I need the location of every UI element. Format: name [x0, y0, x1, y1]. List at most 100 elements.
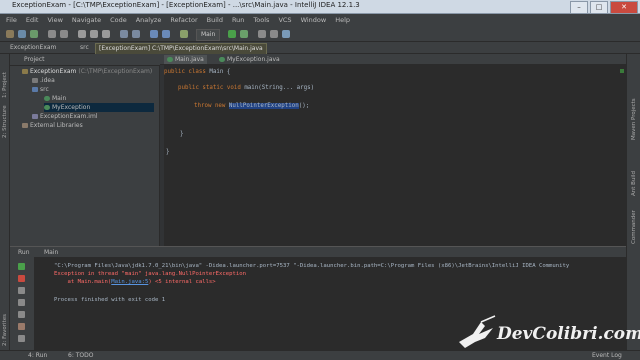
- maximize-button[interactable]: □: [590, 1, 608, 14]
- menu-analyze[interactable]: Analyze: [136, 16, 162, 24]
- menu-refactor[interactable]: Refactor: [170, 16, 197, 24]
- help-icon[interactable]: [282, 30, 290, 38]
- watermark: DevColibri.com: [455, 312, 640, 352]
- tab-label: Main.java: [175, 56, 204, 63]
- menu-navigate[interactable]: Navigate: [72, 16, 101, 24]
- project-tool-tab[interactable]: 1: Project: [2, 72, 8, 98]
- console-stack-line: at Main.main(Main.java:5) <5 internal ca…: [54, 279, 216, 285]
- console-exit-line: Process finished with exit code 1: [54, 297, 166, 303]
- code-line-3: throw new NullPointerException();: [194, 103, 309, 109]
- window-title: ExceptionExam - [C:\TMP\ExceptionExam] -…: [12, 1, 360, 9]
- tree-item-iml[interactable]: ExceptionExam.iml: [32, 112, 97, 121]
- sync-icon[interactable]: [30, 30, 38, 38]
- scroll-icon[interactable]: [18, 299, 25, 306]
- tab-label: MyException.java: [227, 56, 280, 63]
- run-panel-header: Run Main: [10, 247, 626, 257]
- editor-tab-bar: Main.java MyException.java: [160, 54, 626, 65]
- menu-edit[interactable]: Edit: [26, 16, 39, 24]
- console-command: "C:\Program Files\Java\jdk1.7.0_21\bin\j…: [54, 263, 570, 269]
- run-config-select[interactable]: Main: [196, 29, 221, 41]
- run-config-tab[interactable]: Main: [44, 249, 58, 256]
- run-tool-button[interactable]: 4: Run: [28, 352, 47, 359]
- menu-code[interactable]: Code: [110, 16, 127, 24]
- left-tool-strip: 1: Project 2: Structure 2: Favorites: [0, 54, 10, 350]
- project-panel-title[interactable]: Project: [24, 56, 45, 63]
- cut-icon[interactable]: [78, 30, 86, 38]
- print-icon[interactable]: [18, 311, 25, 318]
- stack-suffix: ) <5 internal calls>: [148, 279, 216, 285]
- project-panel: Project ExceptionExam (C:\TMP\ExceptionE…: [10, 54, 160, 246]
- structure-tool-tab[interactable]: 2: Structure: [2, 105, 8, 138]
- stack-prefix: at Main.main(: [54, 279, 112, 285]
- undo-icon[interactable]: [48, 30, 56, 38]
- menu-file[interactable]: File: [6, 16, 17, 24]
- replace-icon[interactable]: [132, 30, 140, 38]
- save-icon[interactable]: [18, 30, 26, 38]
- tab-myexception-java[interactable]: MyException.java: [216, 55, 283, 64]
- code-text: main(String... args): [240, 85, 315, 91]
- minimize-button[interactable]: –: [570, 1, 588, 14]
- tab-main-java[interactable]: Main.java: [164, 55, 207, 64]
- project-folder-icon: [22, 69, 28, 74]
- menu-help[interactable]: Help: [335, 16, 350, 24]
- todo-tool-button[interactable]: 6: TODO: [68, 352, 93, 359]
- structure-icon[interactable]: [270, 30, 278, 38]
- tree-label: ExceptionExam: [30, 68, 77, 75]
- paste-icon[interactable]: [102, 30, 110, 38]
- tree-label: .idea: [40, 77, 55, 84]
- menu-build[interactable]: Build: [207, 16, 223, 24]
- module-file-icon: [32, 114, 38, 119]
- tree-item-myexception[interactable]: MyException: [44, 103, 154, 112]
- copy-icon[interactable]: [90, 30, 98, 38]
- navigation-bar: ExceptionExam src [ExceptionExam] C:\TMP…: [0, 42, 640, 55]
- class-icon: [167, 57, 173, 62]
- library-icon: [22, 123, 28, 128]
- settings-icon[interactable]: [258, 30, 266, 38]
- ant-tool-tab[interactable]: Ant Build: [631, 171, 637, 196]
- tree-item-external-libraries[interactable]: External Libraries: [22, 121, 83, 130]
- menu-view[interactable]: View: [47, 16, 62, 24]
- code-line-2: public static void main(String... args): [178, 85, 314, 91]
- find-icon[interactable]: [120, 30, 128, 38]
- source-link[interactable]: Main.java:5: [111, 279, 148, 285]
- tree-label: Main: [52, 95, 67, 102]
- make-icon[interactable]: [180, 30, 188, 38]
- menu-window[interactable]: Window: [301, 16, 327, 24]
- run-icon[interactable]: [228, 30, 236, 38]
- menu-run[interactable]: Run: [232, 16, 244, 24]
- keyword: public static void: [178, 85, 241, 91]
- class-icon: [219, 57, 225, 62]
- tree-item-idea[interactable]: .idea: [32, 76, 55, 85]
- redo-icon[interactable]: [60, 30, 68, 38]
- close-run-icon[interactable]: [18, 335, 25, 342]
- keyword: public class: [164, 69, 206, 75]
- menu-vcs[interactable]: VCS: [278, 16, 291, 24]
- forward-icon[interactable]: [162, 30, 170, 38]
- rerun-icon[interactable]: [18, 263, 25, 270]
- commander-tool-tab[interactable]: Commander: [631, 210, 637, 244]
- back-icon[interactable]: [150, 30, 158, 38]
- code-editor[interactable]: public class Main { public static void m…: [160, 65, 626, 246]
- favorites-tool-tab[interactable]: 2: Favorites: [2, 314, 8, 346]
- event-log-button[interactable]: Event Log: [592, 352, 622, 359]
- debug-icon[interactable]: [240, 30, 248, 38]
- tree-label: ExceptionExam.iml: [40, 113, 98, 120]
- tree-item-project[interactable]: ExceptionExam (C:\TMP\ExceptionExam): [22, 67, 152, 76]
- window-controls: – □ ✕: [570, 1, 638, 14]
- breadcrumb-project[interactable]: ExceptionExam: [10, 44, 56, 51]
- breadcrumb-src[interactable]: src: [80, 44, 89, 51]
- tree-path: (C:\TMP\ExceptionExam): [78, 68, 153, 75]
- watermark-text: DevColibri.com: [497, 324, 640, 344]
- tree-item-main[interactable]: Main: [44, 94, 66, 103]
- tree-item-src[interactable]: src: [32, 85, 49, 94]
- code-text: Main {: [205, 69, 231, 75]
- stop-icon[interactable]: [18, 275, 25, 282]
- clear-icon[interactable]: [18, 323, 25, 330]
- tree-label: src: [40, 86, 49, 93]
- open-icon[interactable]: [6, 30, 14, 38]
- close-button[interactable]: ✕: [610, 1, 638, 14]
- pause-icon[interactable]: [18, 287, 25, 294]
- code-line-5: }: [166, 149, 170, 155]
- menu-tools[interactable]: Tools: [253, 16, 269, 24]
- maven-tool-tab[interactable]: Maven Projects: [631, 98, 637, 140]
